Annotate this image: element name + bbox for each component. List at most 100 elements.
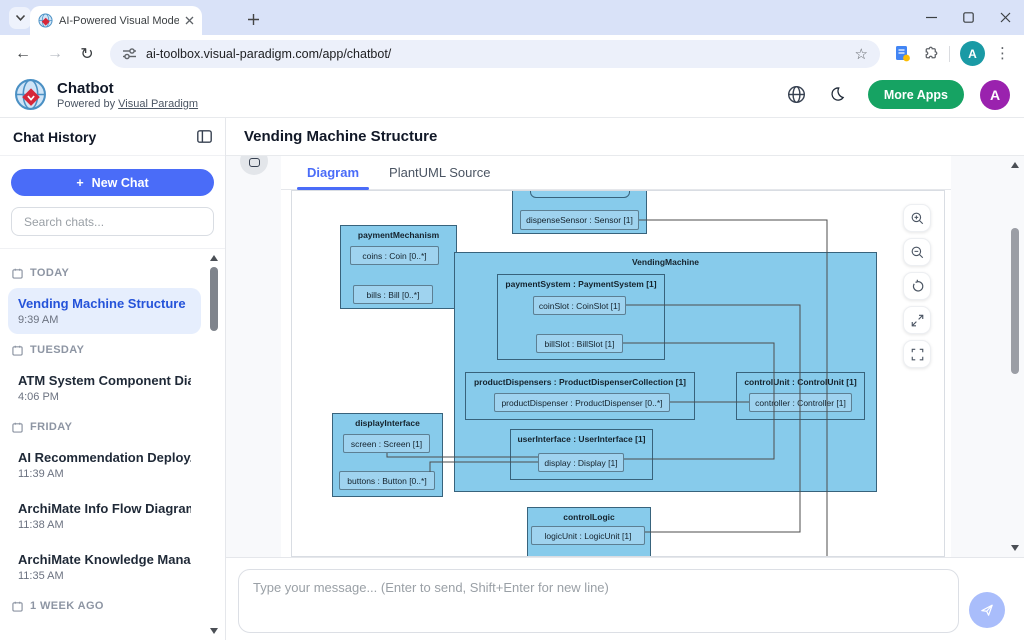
toolbar-separator [949, 46, 950, 62]
group-label-text: 1 WEEK AGO [30, 600, 104, 612]
chat-content-area: Diagram PlantUML Source paymentMechanism V… [226, 156, 1024, 557]
diagram-port-productdispenser[interactable]: productDispenser : ProductDispenser [0..… [494, 393, 670, 412]
powered-by-prefix: Powered by [57, 98, 115, 110]
visual-paradigm-logo [14, 78, 47, 111]
chat-item-time: 4:06 PM [18, 391, 191, 403]
window-maximize-button[interactable] [950, 0, 987, 35]
diagram-tabs: Diagram PlantUML Source [281, 156, 951, 190]
scrollbar-thumb[interactable] [1011, 228, 1019, 374]
forward-button[interactable]: → [42, 41, 68, 67]
diagram-port-bills[interactable]: bills : Bill [0..*] [353, 285, 433, 304]
window-minimize-button[interactable] [913, 0, 950, 35]
node-title: productDispensers : ProductDispenserColl… [466, 373, 694, 387]
collapse-sidebar-icon[interactable] [197, 130, 212, 143]
powered-by: Powered by Visual Paradigm [57, 98, 198, 110]
browser-menu-icon[interactable]: ⋮ [995, 46, 1010, 61]
zoom-out-button[interactable] [903, 238, 931, 266]
chat-group-label: TODAY [12, 267, 197, 279]
content-scrollbar[interactable] [1008, 160, 1022, 553]
sidebar-title: Chat History [13, 129, 96, 145]
url-text: ai-toolbox.visual-paradigm.com/app/chatb… [146, 47, 846, 61]
chat-group-label: FRIDAY [12, 421, 197, 433]
user-avatar[interactable]: A [980, 80, 1010, 110]
language-globe-icon[interactable] [782, 80, 812, 110]
calendar-icon [12, 422, 23, 433]
chat-item-time: 11:38 AM [18, 519, 191, 531]
more-apps-button[interactable]: More Apps [868, 80, 964, 109]
send-button[interactable] [969, 592, 1005, 628]
zoom-in-button[interactable] [903, 204, 931, 232]
scroll-down-arrow[interactable] [210, 628, 218, 634]
fullscreen-button[interactable] [903, 340, 931, 368]
tab-search-button[interactable] [9, 7, 31, 29]
page-title: Vending Machine Structure [226, 118, 1024, 156]
node-title: paymentSystem : PaymentSystem [1] [498, 275, 664, 289]
url-bar[interactable]: ai-toolbox.visual-paradigm.com/app/chatb… [110, 40, 880, 68]
chat-item-time: 11:35 AM [18, 570, 191, 582]
browser-tab-strip: AI-Powered Visual Modeling Ch [0, 0, 1024, 35]
window-close-button[interactable] [987, 0, 1024, 35]
scroll-down-arrow[interactable] [1011, 545, 1019, 551]
chat-list-item-atm-system-component-dia[interactable]: ATM System Component Dia...4:06 PM [8, 365, 201, 411]
diagram-port-billslot[interactable]: billSlot : BillSlot [1] [536, 334, 623, 353]
toolbar-extensions: A ⋮ [890, 41, 1014, 66]
scrollbar-thumb[interactable] [210, 267, 218, 331]
chat-item-title: Vending Machine Structure [18, 296, 191, 311]
node-title: displayInterface [333, 414, 442, 428]
scroll-up-arrow[interactable] [210, 255, 218, 261]
assistant-avatar [240, 156, 268, 175]
node-title: userInterface : UserInterface [1] [511, 430, 652, 444]
extensions-puzzle-icon[interactable] [921, 45, 939, 63]
node-title: VendingMachine [455, 253, 876, 267]
message-composer [226, 557, 1024, 640]
diagram-port-coins[interactable]: coins : Coin [0..*] [350, 246, 439, 265]
browser-tab[interactable]: AI-Powered Visual Modeling Ch [30, 6, 202, 35]
node-title: paymentMechanism [341, 226, 456, 240]
sidebar-scrollbar[interactable] [207, 253, 221, 636]
dark-mode-moon-icon[interactable] [822, 80, 852, 110]
diagram-zoom-controls [903, 204, 931, 368]
new-chat-label: New Chat [92, 176, 149, 190]
calendar-icon [12, 268, 23, 279]
message-input[interactable] [238, 569, 959, 633]
expand-button[interactable] [903, 306, 931, 334]
search-chats-input[interactable] [11, 207, 214, 236]
visual-paradigm-link[interactable]: Visual Paradigm [118, 98, 198, 110]
diagram-port-display[interactable]: display : Display [1] [538, 453, 624, 472]
chevron-down-icon [15, 14, 26, 22]
chat-item-title: ArchiMate Info Flow Diagram [18, 501, 191, 516]
node-title: controlUnit : ControlUnit [1] [737, 373, 864, 387]
browser-profile-avatar[interactable]: A [960, 41, 985, 66]
group-label-text: TUESDAY [30, 344, 84, 356]
diagram-port-buttons[interactable]: buttons : Button [0..*] [339, 471, 435, 490]
calendar-icon [12, 601, 23, 612]
diagram-port-controller[interactable]: controller : Controller [1] [749, 393, 852, 412]
chat-item-time: 9:39 AM [18, 314, 191, 326]
chat-list-item-archimate-info-flow-diagram[interactable]: ArchiMate Info Flow Diagram 11:38 AM [8, 493, 201, 539]
back-button[interactable]: ← [10, 41, 36, 67]
plus-icon: + [76, 176, 83, 190]
diagram-port-dispensesensor[interactable]: dispenseSensor : Sensor [1] [520, 210, 639, 230]
diagram-port-coinslot[interactable]: coinSlot : CoinSlot [1] [533, 296, 626, 315]
chat-list-item-vending-machine-structure[interactable]: Vending Machine Structure 9:39 AM [8, 288, 201, 334]
chat-item-title: AI Recommendation Deploy... [18, 450, 191, 465]
bookmark-star-icon[interactable]: ☆ [855, 45, 868, 63]
reset-view-button[interactable] [903, 272, 931, 300]
diagram-port-logicunit[interactable]: logicUnit : LogicUnit [1] [531, 526, 645, 545]
scroll-up-arrow[interactable] [1011, 162, 1019, 168]
new-chat-button[interactable]: + New Chat [11, 169, 214, 196]
chat-list-item-ai-recommendation-deploy[interactable]: AI Recommendation Deploy...11:39 AM [8, 442, 201, 488]
tab-diagram[interactable]: Diagram [297, 156, 369, 189]
browser-toolbar: ← → ↻ ai-toolbox.visual-paradigm.com/app… [0, 35, 1024, 72]
reload-button[interactable]: ↻ [74, 41, 100, 67]
app-title: Chatbot [57, 80, 198, 98]
reading-list-icon[interactable] [894, 45, 911, 62]
diagram-viewport[interactable]: paymentMechanism VendingMachine paymentSys… [291, 190, 945, 557]
chat-list-item-archimate-knowledge-mana[interactable]: ArchiMate Knowledge Mana...11:35 AM [8, 544, 201, 590]
new-tab-button[interactable] [243, 9, 263, 29]
diagram-port-screen[interactable]: screen : Screen [1] [343, 434, 430, 453]
tab-plantuml-source[interactable]: PlantUML Source [379, 156, 500, 189]
chat-history-sidebar: Chat History + New Chat TODAY Vending Mac… [0, 118, 226, 640]
tab-close-icon[interactable] [185, 16, 194, 25]
node-stub [530, 190, 630, 198]
